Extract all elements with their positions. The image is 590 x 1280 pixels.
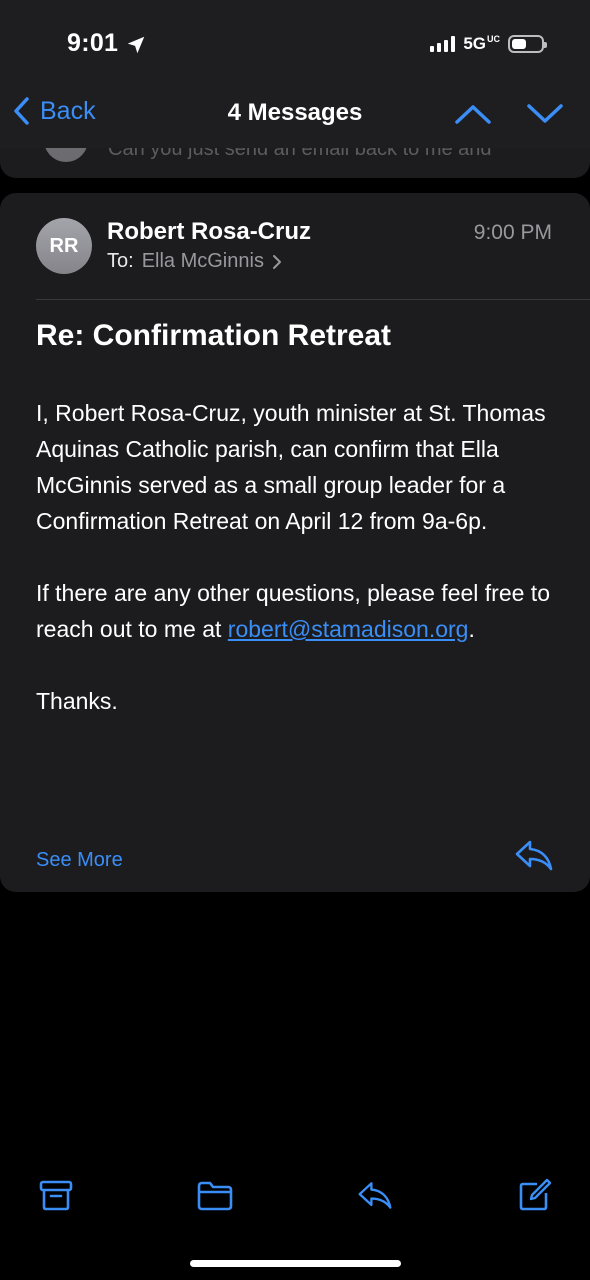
cellular-signal-icon — [430, 36, 456, 52]
battery-icon — [508, 35, 547, 53]
message-time: 9:00 PM — [473, 221, 552, 244]
folder-icon[interactable] — [197, 1178, 233, 1212]
previous-message-card[interactable]: Can you just send an email back to me an… — [0, 148, 590, 178]
avatar[interactable]: RR — [36, 218, 92, 274]
reply-icon[interactable] — [514, 838, 554, 872]
message-card: RR Robert Rosa-Cruz 9:00 PM To: Ella McG… — [0, 193, 590, 892]
network-type: 5GUC — [463, 34, 500, 53]
recipient-name: Ella McGinnis — [141, 250, 264, 272]
body-paragraph: I, Robert Rosa-Cruz, youth minister at S… — [36, 400, 546, 534]
next-message-chevron-down-icon[interactable] — [526, 100, 564, 128]
previous-message-chevron-up-icon[interactable] — [454, 100, 492, 128]
previous-message-preview: Can you just send an email back to me an… — [108, 148, 492, 160]
body-paragraph: If there are any other questions, please… — [36, 575, 566, 647]
message-body: I, Robert Rosa-Cruz, youth minister at S… — [36, 395, 566, 755]
body-paragraph: Thanks. — [36, 688, 118, 714]
archive-icon[interactable] — [38, 1178, 74, 1212]
reply-icon[interactable] — [357, 1178, 393, 1212]
chevron-right-icon — [272, 254, 281, 269]
sender-name[interactable]: Robert Rosa-Cruz — [107, 218, 311, 246]
recipient-line[interactable]: To: Ella McGinnis — [107, 250, 282, 273]
previous-avatar — [44, 148, 88, 162]
compose-icon[interactable] — [517, 1178, 553, 1212]
home-indicator[interactable] — [190, 1260, 401, 1267]
to-label: To: — [107, 250, 134, 272]
header-divider — [36, 299, 590, 300]
body-text: . — [468, 616, 475, 642]
email-link[interactable]: robert@stamadison.org — [228, 616, 469, 642]
location-arrow-icon — [127, 36, 145, 54]
status-time: 9:01 — [67, 29, 119, 57]
navigation-header: 9:01 5GUC Back 4 Messages — [0, 0, 590, 148]
status-indicators: 5GUC — [430, 32, 547, 56]
see-more-button[interactable]: See More — [36, 849, 123, 872]
message-subject: Re: Confirmation Retreat — [36, 319, 392, 352]
thread-title: 4 Messages — [227, 99, 363, 126]
